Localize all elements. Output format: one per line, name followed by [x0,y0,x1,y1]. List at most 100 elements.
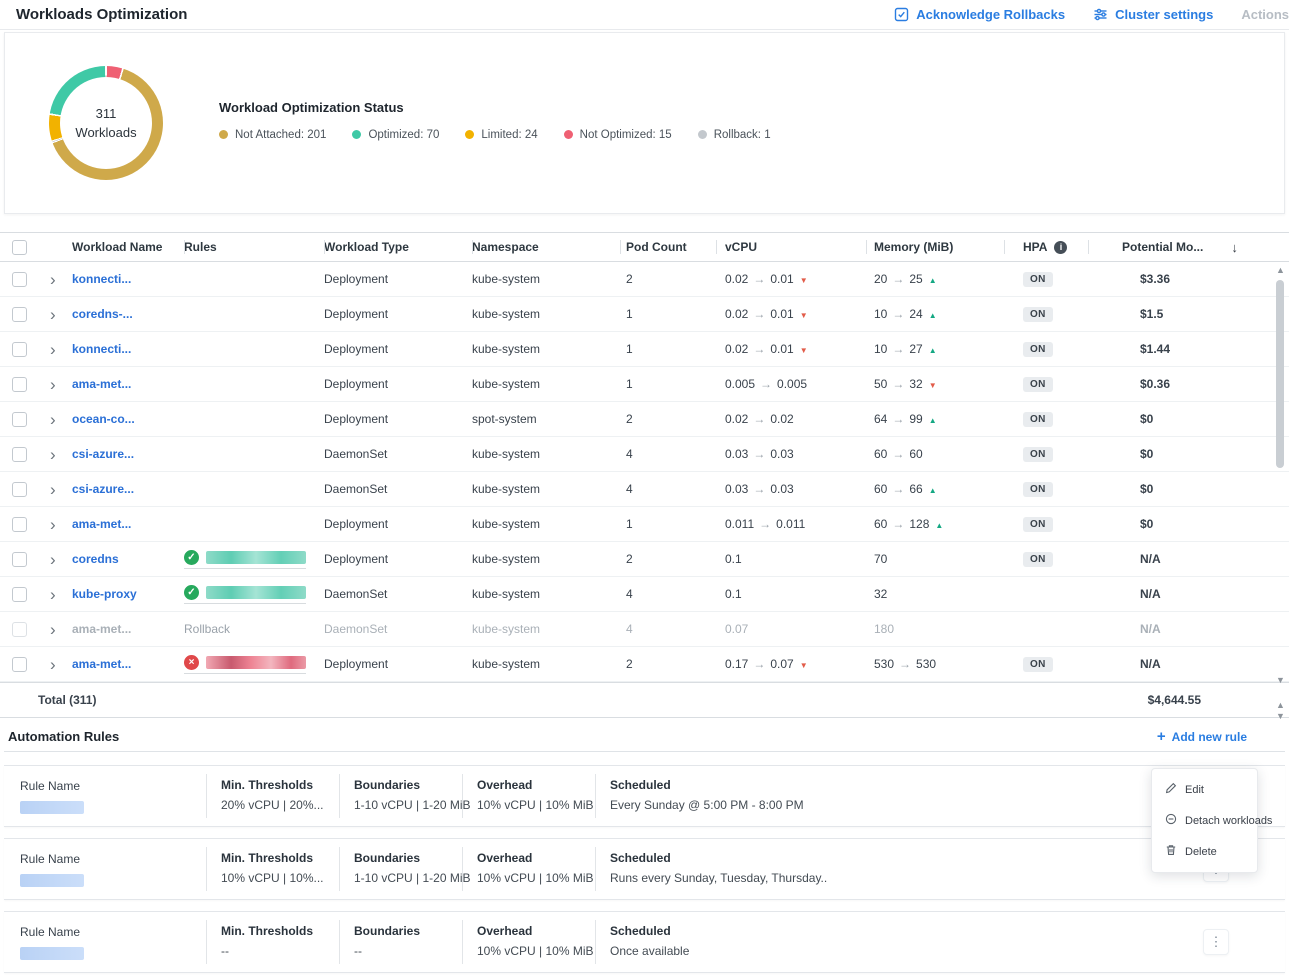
arrow-right-icon: → [892,517,904,531]
automation-rules-title: Automation Rules [8,729,119,744]
menu-item-delete[interactable]: Delete [1152,836,1257,867]
row-checkbox[interactable] [12,412,27,427]
table-scrollbar[interactable]: ▲ ▼ [1274,264,1287,686]
row-checkbox[interactable] [12,587,27,602]
table-body: ›konnecti...Deploymentkube-system20.02→0… [0,262,1289,682]
scroll-down-icon[interactable]: ▼ [1274,674,1287,686]
workload-type: Deployment [324,552,472,566]
row-checkbox[interactable] [12,342,27,357]
expand-row-icon[interactable]: › [44,411,56,428]
info-icon[interactable]: i [1054,241,1067,254]
column-header-namespace[interactable]: Namespace [472,233,620,261]
column-header-workload-name[interactable]: Workload Name [72,233,184,261]
workload-name-link[interactable]: ama-met... [72,517,131,531]
hpa-badge: ON [1023,412,1053,427]
workload-name-link[interactable]: csi-azure... [72,447,134,461]
row-checkbox[interactable] [12,482,27,497]
rule-cards: Rule Name Min. Thresholds 20% vCPU | 20%..… [4,765,1285,973]
row-checkbox[interactable] [12,622,27,637]
trend-up-icon: ▲ [929,486,937,495]
memory-value: 180 [866,622,1004,636]
workload-name-link[interactable]: coredns-... [72,307,133,321]
trend-up-icon: ▲ [929,311,937,320]
row-checkbox[interactable] [12,552,27,567]
memory-value: 70 [866,552,1004,566]
arrow-right-icon: → [753,272,765,286]
workload-type: Deployment [324,272,472,286]
rule-overhead-value: 10% vCPU | 10% MiB [477,871,581,885]
vcpu-value: 0.02→0.01▼ [716,272,866,286]
acknowledge-rollbacks-button[interactable]: Acknowledge Rollbacks [894,7,1065,22]
namespace: kube-system [472,657,620,671]
namespace: spot-system [472,412,620,426]
scrollbar-thumb[interactable] [1276,280,1284,468]
workload-name-link[interactable]: csi-azure... [72,482,134,496]
menu-item-detach-workloads[interactable]: Detach workloads [1152,805,1257,836]
expand-row-icon[interactable]: › [44,551,56,568]
expand-row-icon[interactable]: › [44,481,56,498]
add-new-rule-button[interactable]: + Add new rule [1157,729,1247,744]
workload-name-link[interactable]: coredns [72,552,119,566]
row-checkbox[interactable] [12,272,27,287]
rule-min-thresholds-value: 20% vCPU | 20%... [221,798,325,812]
expand-row-icon[interactable]: › [44,586,56,603]
cluster-settings-button[interactable]: Cluster settings [1093,7,1213,22]
total-row-scrollbar[interactable]: ▲ ▼ [1274,700,1287,722]
workload-name-link[interactable]: ama-met... [72,377,131,391]
workload-type: Deployment [324,342,472,356]
expand-row-icon[interactable]: › [44,621,56,638]
row-checkbox[interactable] [12,517,27,532]
mini-scroll-up-icon[interactable]: ▲ [1274,700,1287,711]
rule-name-label: Rule Name [20,779,206,793]
column-header-workload-type[interactable]: Workload Type [324,233,472,261]
rule-badge: ✓ [184,550,306,569]
expand-row-icon[interactable]: › [44,656,56,673]
rule-actions-kebab-icon[interactable]: ⋮ [1203,929,1229,955]
row-checkbox[interactable] [12,447,27,462]
expand-row-icon[interactable]: › [44,376,56,393]
namespace: kube-system [472,377,620,391]
rule-name-label: Rule Name [20,925,206,939]
column-header-vcpu[interactable]: vCPU [716,233,866,261]
column-header-rules[interactable]: Rules [184,233,324,261]
expand-row-icon[interactable]: › [44,271,56,288]
workload-name-link[interactable]: konnecti... [72,272,131,286]
expand-row-icon[interactable]: › [44,341,56,358]
expand-row-icon[interactable]: › [44,446,56,463]
pod-count: 4 [620,587,716,601]
select-all-checkbox[interactable] [12,240,27,255]
column-header-hpa[interactable]: HPAi [1004,233,1088,261]
rule-badge: ✓ [184,585,306,604]
automation-rule-card: Rule Name Min. Thresholds 20% vCPU | 20%..… [4,765,1285,827]
legend-dot [219,130,228,139]
table-row: ›csi-azure...DaemonSetkube-system40.03→0… [0,472,1289,507]
workload-name-link[interactable]: ama-met... [72,622,131,636]
delete-icon [1165,844,1177,859]
automation-rules-header: Automation Rules + Add new rule [4,722,1285,752]
workload-name-link[interactable]: kube-proxy [72,587,137,601]
trend-up-icon: ▲ [929,416,937,425]
rule-min-thresholds-label: Min. Thresholds [221,778,325,792]
expand-row-icon[interactable]: › [44,516,56,533]
workload-name-link[interactable]: ama-met... [72,657,131,671]
scroll-up-icon[interactable]: ▲ [1274,264,1287,276]
row-checkbox[interactable] [12,657,27,672]
column-header-memory[interactable]: Memory (MiB) [866,233,1004,261]
workload-name-link[interactable]: ocean-co... [72,412,135,426]
menu-item-edit[interactable]: Edit [1152,774,1257,805]
memory-value: 10→27▲ [866,342,1004,356]
namespace: kube-system [472,272,620,286]
expand-row-icon[interactable]: › [44,306,56,323]
column-header-potential[interactable]: Potential Mo...↓ [1088,233,1289,261]
workload-name-link[interactable]: konnecti... [72,342,131,356]
mini-scroll-down-icon[interactable]: ▼ [1274,711,1287,722]
row-checkbox[interactable] [12,307,27,322]
actions-button[interactable]: Actions [1241,7,1289,22]
memory-value: 530→530 [866,657,1004,671]
pod-count: 1 [620,307,716,321]
row-checkbox[interactable] [12,377,27,392]
column-header-pod-count[interactable]: Pod Count [620,233,716,261]
redacted-rule-name [20,874,84,887]
status-title: Workload Optimization Status [219,100,771,115]
sort-desc-icon[interactable]: ↓ [1231,240,1238,255]
